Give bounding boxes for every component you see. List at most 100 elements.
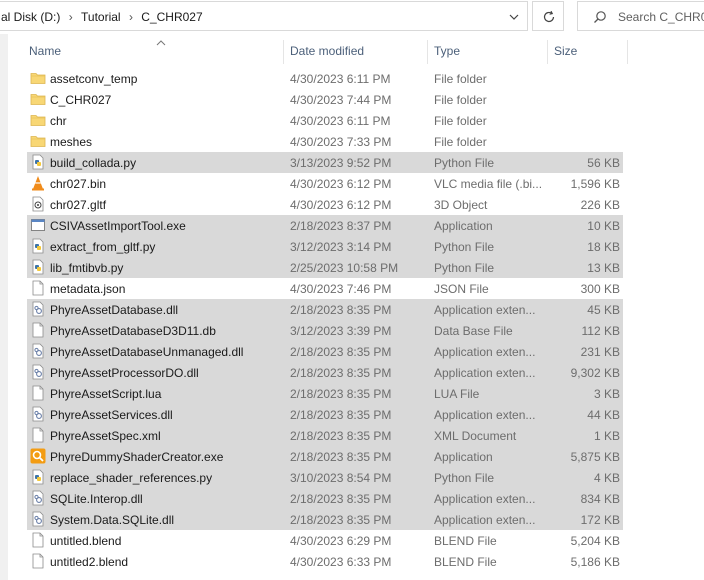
file-name: lib_fmtibvb.py bbox=[50, 261, 124, 275]
file-name: PhyreAssetDatabase.dll bbox=[50, 303, 179, 317]
file-name: C_CHR027 bbox=[50, 93, 112, 107]
file-row[interactable]: PhyreAssetScript.lua 2/18/2023 8:35 PM LUA… bbox=[27, 383, 623, 404]
file-date-modified: 2/18/2023 8:35 PM bbox=[290, 345, 392, 359]
breadcrumb: al Disk (D:) › Tutorial › C_CHR027 bbox=[1, 10, 203, 24]
column-divider[interactable] bbox=[547, 40, 548, 64]
file-type: Python File bbox=[434, 156, 495, 170]
search-icon bbox=[594, 11, 606, 23]
file-row[interactable]: PhyreAssetDatabaseD3D11.db 3/12/2023 3:39… bbox=[27, 320, 623, 341]
file-date-modified: 4/30/2023 6:12 PM bbox=[290, 177, 392, 191]
document-icon bbox=[30, 427, 46, 443]
file-type: Application exten... bbox=[434, 303, 536, 317]
file-date-modified: 2/18/2023 8:35 PM bbox=[290, 450, 392, 464]
file-type: Application exten... bbox=[434, 366, 536, 380]
column-header-date[interactable]: Date modified bbox=[290, 44, 364, 58]
file-date-modified: 4/30/2023 6:12 PM bbox=[290, 198, 392, 212]
file-date-modified: 2/18/2023 8:35 PM bbox=[290, 492, 392, 506]
file-date-modified: 4/30/2023 6:11 PM bbox=[290, 72, 391, 86]
file-size: 45 KB bbox=[587, 303, 620, 317]
file-row[interactable]: replace_shader_references.py 3/10/2023 8:… bbox=[27, 467, 623, 488]
file-name: untitled.blend bbox=[50, 534, 122, 548]
file-row[interactable]: build_collada.py 3/13/2023 9:52 PM Python … bbox=[27, 152, 623, 173]
file-row[interactable]: chr 4/30/2023 6:11 PM File folder bbox=[27, 110, 623, 131]
document-icon bbox=[30, 385, 46, 401]
file-type: Application bbox=[434, 450, 493, 464]
file-name: SQLite.Interop.dll bbox=[50, 492, 143, 506]
file-name: untitled2.blend bbox=[50, 555, 129, 569]
file-row[interactable]: System.Data.SQLite.dll 2/18/2023 8:35 PM A… bbox=[27, 509, 623, 530]
file-date-modified: 2/18/2023 8:35 PM bbox=[290, 303, 392, 317]
navigation-pane-edge[interactable] bbox=[0, 34, 8, 580]
file-row[interactable]: chr027.gltf 4/30/2023 6:12 PM 3D Object 226… bbox=[27, 194, 623, 215]
column-header-name[interactable]: Name bbox=[29, 44, 61, 58]
column-divider[interactable] bbox=[427, 40, 428, 64]
file-type: Application bbox=[434, 219, 493, 233]
column-divider[interactable] bbox=[283, 40, 284, 64]
file-date-modified: 2/18/2023 8:35 PM bbox=[290, 387, 392, 401]
breadcrumb-chevron-icon[interactable]: › bbox=[124, 10, 138, 24]
file-size: 172 KB bbox=[580, 513, 620, 527]
column-header-type[interactable]: Type bbox=[434, 44, 460, 58]
file-size: 13 KB bbox=[587, 261, 620, 275]
file-row[interactable]: assetconv_temp 4/30/2023 6:11 PM File fold… bbox=[27, 68, 623, 89]
file-type: XML Document bbox=[434, 429, 517, 443]
file-type: File folder bbox=[434, 72, 487, 86]
column-divider[interactable] bbox=[627, 40, 628, 64]
python-file-icon bbox=[30, 154, 46, 170]
address-dropdown-chevron-icon[interactable] bbox=[505, 8, 523, 26]
file-row[interactable]: PhyreAssetDatabaseUnmanaged.dll 2/18/2023… bbox=[27, 341, 623, 362]
file-row[interactable]: PhyreAssetDatabase.dll 2/18/2023 8:35 PM A… bbox=[27, 299, 623, 320]
document-icon bbox=[30, 280, 46, 296]
file-type: 3D Object bbox=[434, 198, 488, 212]
file-row[interactable]: extract_from_gltf.py 3/12/2023 3:14 PM Pyt… bbox=[27, 236, 623, 257]
search-placeholder: Search C_CHR02 bbox=[618, 10, 704, 24]
file-name: PhyreAssetSpec.xml bbox=[50, 429, 161, 443]
file-name: PhyreDummyShaderCreator.exe bbox=[50, 450, 224, 464]
file-type: LUA File bbox=[434, 387, 480, 401]
file-size: 300 KB bbox=[580, 282, 620, 296]
file-row[interactable]: CSIVAssetImportTool.exe 2/18/2023 8:37 PM… bbox=[27, 215, 623, 236]
file-row[interactable]: untitled.blend 4/30/2023 6:29 PM BLEND Fil… bbox=[27, 530, 623, 551]
refresh-button[interactable] bbox=[532, 1, 564, 31]
file-name: chr bbox=[50, 114, 67, 128]
breadcrumb-drive[interactable]: al Disk (D:) bbox=[1, 10, 60, 24]
file-name: chr027.bin bbox=[50, 177, 107, 191]
file-type: Data Base File bbox=[434, 324, 513, 338]
dll-file-icon bbox=[30, 406, 46, 422]
file-size: 56 KB bbox=[587, 156, 620, 170]
search-box[interactable]: Search C_CHR02 bbox=[577, 1, 704, 31]
file-row[interactable]: meshes 4/30/2023 7:33 PM File folder bbox=[27, 131, 623, 152]
file-row[interactable]: SQLite.Interop.dll 2/18/2023 8:35 PM Appli… bbox=[27, 488, 623, 509]
document-icon bbox=[30, 532, 46, 548]
file-date-modified: 2/18/2023 8:37 PM bbox=[290, 219, 392, 233]
sort-ascending-icon bbox=[156, 36, 166, 46]
breadcrumb-current-folder[interactable]: C_CHR027 bbox=[141, 10, 202, 24]
python-file-icon bbox=[30, 469, 46, 485]
breadcrumb-tutorial[interactable]: Tutorial bbox=[81, 10, 121, 24]
file-type: Application exten... bbox=[434, 492, 536, 506]
address-bar[interactable]: al Disk (D:) › Tutorial › C_CHR027 bbox=[0, 1, 528, 31]
file-name: meshes bbox=[50, 135, 93, 149]
file-row[interactable]: PhyreDummyShaderCreator.exe 2/18/2023 8:3… bbox=[27, 446, 623, 467]
file-row[interactable]: lib_fmtibvb.py 2/25/2023 10:58 PM Python F… bbox=[27, 257, 623, 278]
file-size: 1 KB bbox=[593, 429, 620, 443]
file-name: PhyreAssetProcessorDO.dll bbox=[50, 366, 199, 380]
file-row[interactable]: untitled2.blend 4/30/2023 6:33 PM BLEND Fi… bbox=[27, 551, 623, 572]
file-size: 18 KB bbox=[587, 240, 620, 254]
file-row[interactable]: chr027.bin 4/30/2023 6:12 PM VLC media fil… bbox=[27, 173, 623, 194]
file-type: Python File bbox=[434, 261, 495, 275]
python-file-icon bbox=[30, 238, 46, 254]
address-toolbar: al Disk (D:) › Tutorial › C_CHR027 Searc… bbox=[0, 0, 704, 34]
file-row[interactable]: PhyreAssetSpec.xml 2/18/2023 8:35 PM XML D… bbox=[27, 425, 623, 446]
file-type: Application exten... bbox=[434, 408, 536, 422]
file-size: 9,302 KB bbox=[570, 366, 620, 380]
file-row[interactable]: metadata.json 4/30/2023 7:46 PM JSON File 3… bbox=[27, 278, 623, 299]
breadcrumb-chevron-icon[interactable]: › bbox=[64, 10, 78, 24]
file-row[interactable]: C_CHR027 4/30/2023 7:44 PM File folder bbox=[27, 89, 623, 110]
column-header-size[interactable]: Size bbox=[554, 44, 577, 58]
file-type: VLC media file (.bi... bbox=[434, 177, 543, 191]
file-row[interactable]: PhyreAssetProcessorDO.dll 2/18/2023 8:35 … bbox=[27, 362, 623, 383]
folder-icon bbox=[30, 112, 46, 128]
file-row[interactable]: PhyreAssetServices.dll 2/18/2023 8:35 PM A… bbox=[27, 404, 623, 425]
file-date-modified: 4/30/2023 6:29 PM bbox=[290, 534, 392, 548]
